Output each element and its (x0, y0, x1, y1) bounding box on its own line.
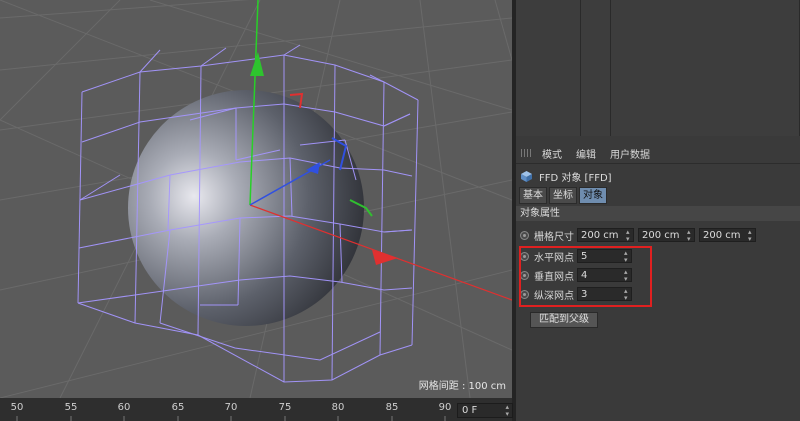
menu-mode[interactable]: 模式 (542, 146, 562, 161)
object-title: FFD 对象 [FFD] (520, 168, 612, 184)
tick-label: 85 (385, 402, 399, 413)
current-frame-value: 0 F (462, 405, 478, 416)
tick-label: 55 (64, 402, 78, 413)
tick-label: 70 (224, 402, 238, 413)
section-title: 对象属性 (516, 206, 800, 221)
animate-radio[interactable] (520, 230, 529, 240)
grid-size-x-field[interactable]: 200 cm ▴ ▾ (577, 228, 634, 243)
3d-viewport[interactable]: 网格间距 : 100 cm (0, 0, 512, 398)
tab-bar: 基本 坐标 对象 (519, 187, 607, 204)
object-manager-panel (516, 0, 800, 136)
viewport-scene (0, 0, 512, 398)
column-divider[interactable] (580, 0, 581, 136)
tab-basic[interactable]: 基本 (519, 187, 547, 204)
attribute-menubar: 模式 编辑 用户数据 (516, 143, 800, 164)
tick-label: 80 (331, 402, 345, 413)
grid-size-row: 栅格尺寸 200 cm ▴ ▾ 200 cm ▴ ▾ 200 cm ▴ ▾ (516, 226, 800, 244)
grip-icon[interactable] (521, 149, 533, 157)
menu-edit[interactable]: 编辑 (576, 146, 596, 161)
highlight-annotation (519, 246, 652, 307)
grid-size-label: 栅格尺寸 (534, 231, 574, 243)
match-to-parent-button[interactable]: 匹配到父级 (530, 312, 598, 328)
column-divider[interactable] (610, 0, 611, 136)
object-title-text: FFD 对象 [FFD] (539, 172, 612, 184)
current-frame-field[interactable]: 0 F ▴ ▾ (457, 403, 513, 418)
grid-size-y-field[interactable]: 200 cm ▴ ▾ (638, 228, 695, 243)
menu-user-data[interactable]: 用户数据 (610, 146, 650, 161)
attribute-manager: 模式 编辑 用户数据 FFD 对象 [FFD] 基本 坐标 对象 对象属性 栅格… (516, 140, 800, 421)
tick-label: 60 (117, 402, 131, 413)
tick-label: 75 (278, 402, 292, 413)
tick-label: 65 (171, 402, 185, 413)
tick-label: 90 (438, 402, 452, 413)
tick-label: 50 (10, 402, 24, 413)
grid-spacing-label: 网格间距 : 100 cm (418, 381, 506, 392)
tab-object[interactable]: 对象 (579, 187, 607, 204)
grid-size-z-field[interactable]: 200 cm ▴ ▾ (699, 228, 756, 243)
ffd-cube-icon (521, 170, 532, 182)
tab-coordinates[interactable]: 坐标 (549, 187, 577, 204)
timeline-ruler[interactable]: 50 55 60 65 70 75 80 85 90 (0, 398, 512, 421)
